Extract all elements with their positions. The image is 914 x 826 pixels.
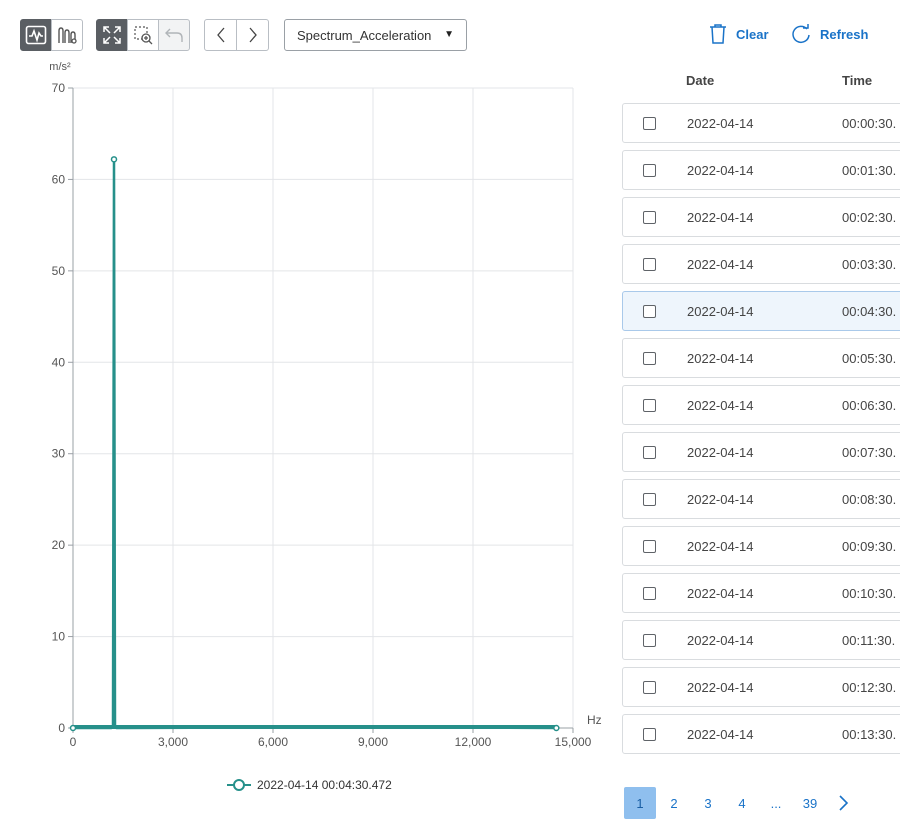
row-checkbox[interactable] bbox=[643, 587, 656, 600]
page-button[interactable]: 3 bbox=[694, 787, 722, 819]
next-page-button[interactable] bbox=[832, 787, 854, 819]
row-date: 2022-04-14 bbox=[687, 398, 754, 413]
row-checkbox[interactable] bbox=[643, 258, 656, 271]
row-date: 2022-04-14 bbox=[687, 163, 754, 178]
page-button[interactable]: 39 bbox=[796, 787, 824, 819]
records-panel: Date Time 2022-04-14 00:00:30. 2022-04-14 0… bbox=[0, 0, 900, 826]
row-time: 00:12:30. bbox=[842, 680, 897, 695]
row-date: 2022-04-14 bbox=[687, 116, 754, 131]
row-checkbox[interactable] bbox=[643, 399, 656, 412]
row-time: 00:03:30. bbox=[842, 257, 897, 272]
row-checkbox[interactable] bbox=[643, 305, 656, 318]
row-time: 00:04:30. bbox=[842, 304, 897, 319]
row-time: 00:07:30. bbox=[842, 445, 897, 460]
row-date: 2022-04-14 bbox=[687, 304, 754, 319]
row-time: 00:06:30. bbox=[842, 398, 897, 413]
row-date: 2022-04-14 bbox=[687, 257, 754, 272]
table-row[interactable]: 2022-04-14 00:12:30. bbox=[622, 667, 900, 707]
page-button[interactable]: 4 bbox=[728, 787, 756, 819]
row-date: 2022-04-14 bbox=[687, 680, 754, 695]
row-date: 2022-04-14 bbox=[687, 210, 754, 225]
table-row[interactable]: 2022-04-14 00:10:30. bbox=[622, 573, 900, 613]
chevron-right-icon bbox=[839, 795, 849, 811]
page-button[interactable]: 2 bbox=[660, 787, 688, 819]
row-date: 2022-04-14 bbox=[687, 351, 754, 366]
table-row[interactable]: 2022-04-14 00:06:30. bbox=[622, 385, 900, 425]
table-row[interactable]: 2022-04-14 00:07:30. bbox=[622, 432, 900, 472]
row-date: 2022-04-14 bbox=[687, 539, 754, 554]
table-row[interactable]: 2022-04-14 00:00:30. bbox=[622, 103, 900, 143]
row-checkbox[interactable] bbox=[643, 634, 656, 647]
row-date: 2022-04-14 bbox=[687, 727, 754, 742]
row-date: 2022-04-14 bbox=[687, 633, 754, 648]
row-time: 00:01:30. bbox=[842, 163, 897, 178]
row-time: 00:00:30. bbox=[842, 116, 897, 131]
column-header-date[interactable]: Date bbox=[686, 73, 714, 88]
records-scrollbar[interactable] bbox=[900, 64, 914, 764]
row-checkbox[interactable] bbox=[643, 352, 656, 365]
table-row[interactable]: 2022-04-14 00:09:30. bbox=[622, 526, 900, 566]
row-checkbox[interactable] bbox=[643, 681, 656, 694]
table-row[interactable]: 2022-04-14 00:03:30. bbox=[622, 244, 900, 284]
row-time: 00:13:30. bbox=[842, 727, 897, 742]
row-checkbox[interactable] bbox=[643, 540, 656, 553]
table-row[interactable]: 2022-04-14 00:05:30. bbox=[622, 338, 900, 378]
row-date: 2022-04-14 bbox=[687, 445, 754, 460]
row-time: 00:10:30. bbox=[842, 586, 897, 601]
table-row[interactable]: 2022-04-14 00:11:30. bbox=[622, 620, 900, 660]
row-checkbox[interactable] bbox=[643, 446, 656, 459]
row-checkbox[interactable] bbox=[643, 164, 656, 177]
row-checkbox[interactable] bbox=[643, 117, 656, 130]
table-row[interactable]: 2022-04-14 00:13:30. bbox=[622, 714, 900, 754]
row-checkbox[interactable] bbox=[643, 728, 656, 741]
row-time: 00:08:30. bbox=[842, 492, 897, 507]
page-button[interactable]: 1 bbox=[624, 787, 656, 819]
table-row[interactable]: 2022-04-14 00:04:30. bbox=[622, 291, 900, 331]
table-row[interactable]: 2022-04-14 00:02:30. bbox=[622, 197, 900, 237]
row-checkbox[interactable] bbox=[643, 211, 656, 224]
table-row[interactable]: 2022-04-14 00:08:30. bbox=[622, 479, 900, 519]
row-time: 00:09:30. bbox=[842, 539, 897, 554]
row-checkbox[interactable] bbox=[643, 493, 656, 506]
column-header-time[interactable]: Time bbox=[842, 73, 872, 88]
row-time: 00:11:30. bbox=[842, 633, 896, 648]
row-time: 00:02:30. bbox=[842, 210, 897, 225]
row-date: 2022-04-14 bbox=[687, 492, 754, 507]
row-date: 2022-04-14 bbox=[687, 586, 754, 601]
page-ellipsis: ... bbox=[770, 795, 782, 811]
row-time: 00:05:30. bbox=[842, 351, 897, 366]
table-row[interactable]: 2022-04-14 00:01:30. bbox=[622, 150, 900, 190]
